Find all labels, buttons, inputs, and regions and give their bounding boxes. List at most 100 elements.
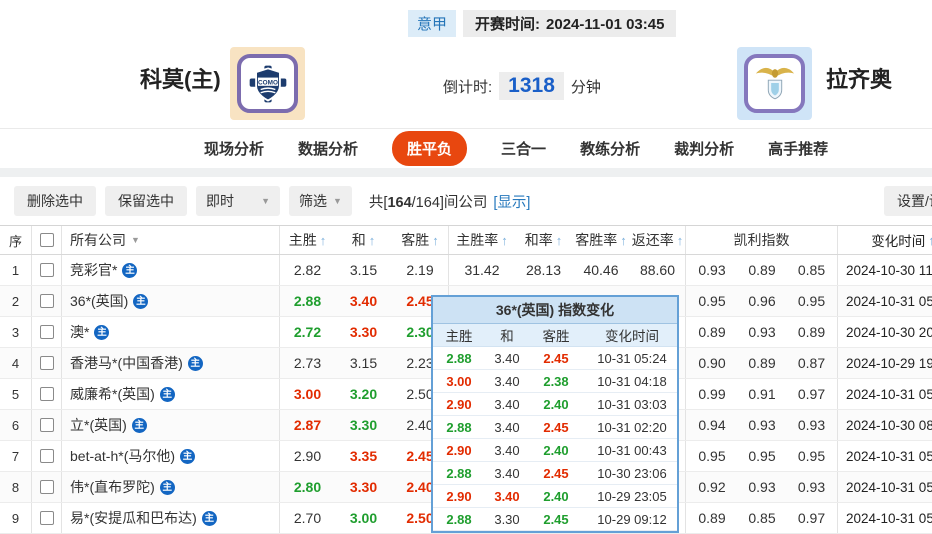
odds-draw[interactable]: 3.40	[335, 286, 392, 316]
countdown-unit: 分钟	[570, 78, 601, 96]
odds-home[interactable]: 2.80	[280, 472, 335, 502]
header-away-rate[interactable]: 客胜率 ↑	[572, 226, 630, 254]
popup-row: 2.88 3.40 2.45 10-31 02:20	[433, 416, 677, 439]
kelly-away: 0.93	[786, 472, 838, 502]
odds-draw[interactable]: 3.15	[335, 255, 392, 285]
draw-rate: 28.13	[525, 262, 562, 278]
odds-draw[interactable]: 3.15	[335, 348, 392, 378]
odds-home[interactable]: 2.72	[280, 317, 335, 347]
header-home-rate[interactable]: 主胜率 ↑	[449, 226, 515, 254]
odds-home[interactable]: 2.70	[280, 503, 335, 533]
odds-draw[interactable]: 3.30	[335, 410, 392, 440]
header-draw-rate-label: 和率	[524, 232, 553, 248]
odds-draw[interactable]: 3.35	[335, 441, 392, 471]
row-checkbox[interactable]	[39, 511, 54, 525]
odds-home[interactable]: 3.00	[280, 379, 335, 409]
company-link[interactable]: 伟*(直布罗陀)	[70, 477, 155, 497]
odds-draw[interactable]: 3.30	[335, 317, 392, 347]
popup-row: 2.90 3.40 2.40 10-31 03:03	[433, 393, 677, 416]
popup-header: 主胜 和 客胜 变化时间	[433, 324, 677, 347]
kelly-home: 0.99	[698, 386, 726, 402]
odds-home[interactable]: 2.90	[280, 441, 335, 471]
select-all-checkbox[interactable]	[39, 233, 54, 247]
tab-4[interactable]: 三合一	[501, 138, 546, 159]
tab-5[interactable]: 教练分析	[580, 138, 640, 159]
toolbar: 删除选中 保留选中 即时 ▼ 筛选 ▼ 共[164/164]间公司 [显示] 设置/说…	[0, 177, 932, 225]
company-link[interactable]: 竞彩官*	[70, 260, 117, 280]
header-away-label: 客胜	[401, 232, 430, 248]
company-link[interactable]: 易*(安提瓜和巴布达)	[70, 508, 197, 528]
sort-asc-icon: ↑	[555, 232, 563, 248]
header-change-time[interactable]: 变化时间 ↑	[838, 226, 932, 254]
company-link[interactable]: 36*(英国)	[70, 291, 128, 311]
tab-3[interactable]: 胜平负	[392, 131, 468, 166]
row-seq: 5	[0, 379, 32, 409]
kelly-home: 0.93	[698, 262, 726, 278]
countdown: 倒计时: 1318 分钟	[443, 72, 601, 100]
header-home-odds[interactable]: 主胜 ↑	[280, 226, 335, 254]
company-link[interactable]: 立*(英国)	[70, 415, 127, 435]
sort-asc-icon: ↑	[432, 232, 439, 248]
odds-home[interactable]: 2.87	[280, 410, 335, 440]
keep-selected-button[interactable]: 保留选中	[105, 186, 187, 216]
company-link[interactable]: 香港马*(中国香港)	[70, 353, 183, 373]
popup-row: 2.90 3.40 2.40 10-31 00:43	[433, 439, 677, 462]
company-link[interactable]: bet-at-h*(马尔他)	[70, 446, 175, 466]
popup-body: 2.88 3.40 2.45 10-31 05:24 3.00 3.40 2.38 10-31…	[433, 347, 677, 531]
kelly-draw: 0.93	[748, 324, 776, 340]
kelly-away: 0.95	[786, 441, 838, 471]
kelly-home: 0.90	[698, 355, 726, 371]
kelly-home: 0.89	[698, 510, 726, 526]
popup-home-odds: 2.90	[446, 442, 472, 458]
header-seq: 序	[0, 226, 32, 254]
company-link[interactable]: 威廉希*(英国)	[70, 384, 155, 404]
odds-draw[interactable]: 3.00	[335, 503, 392, 533]
home-team-name: 科莫(主)	[140, 67, 221, 92]
row-checkbox[interactable]	[39, 387, 54, 401]
popup-home-odds: 2.88	[446, 419, 472, 435]
header-draw-rate[interactable]: 和率 ↑	[515, 226, 572, 254]
tab-6[interactable]: 裁判分析	[674, 138, 734, 159]
league-tag[interactable]: 意甲	[408, 9, 457, 37]
tab-1[interactable]: 现场分析	[204, 138, 264, 159]
odds-away[interactable]: 2.19	[392, 255, 449, 285]
popup-draw-odds: 3.40	[494, 419, 520, 435]
delete-selected-button[interactable]: 删除选中	[14, 186, 96, 216]
company-link[interactable]: 澳*	[70, 322, 89, 342]
row-checkbox[interactable]	[39, 449, 54, 463]
odds-home[interactable]: 2.73	[280, 348, 335, 378]
odds-home[interactable]: 2.88	[280, 286, 335, 316]
company-cell: 竞彩官* 主	[62, 255, 280, 285]
header-company-label: 所有公司	[70, 232, 126, 248]
kelly-draw: 0.93	[748, 417, 776, 433]
tab-2[interactable]: 数据分析	[298, 138, 358, 159]
odds-draw[interactable]: 3.20	[335, 379, 392, 409]
header-away-odds[interactable]: 客胜 ↑	[392, 226, 449, 254]
row-checkbox[interactable]	[39, 294, 54, 308]
row-checkbox[interactable]	[39, 356, 54, 370]
main-badge-icon: 主	[201, 510, 217, 526]
row-checkbox[interactable]	[39, 263, 54, 277]
kelly-home: 0.95	[698, 293, 726, 309]
odds-home[interactable]: 2.82	[280, 255, 335, 285]
header-draw-odds[interactable]: 和 ↑	[335, 226, 392, 254]
row-checkbox[interactable]	[39, 418, 54, 432]
change-time: 2024-10-30 11:02	[846, 262, 932, 278]
time-mode-dropdown[interactable]: 即时 ▼	[196, 186, 280, 216]
filter-dropdown[interactable]: 筛选 ▼	[289, 186, 352, 216]
settings-button[interactable]: 设置/说明	[884, 186, 932, 216]
popup-change-time: 10-31 04:18	[597, 373, 667, 389]
odds-draw[interactable]: 3.30	[335, 472, 392, 502]
row-checkbox[interactable]	[39, 325, 54, 339]
show-link[interactable]: [显示]	[493, 195, 530, 211]
main-badge-icon: 主	[133, 293, 149, 309]
popup-header-away: 客胜	[542, 329, 570, 344]
tab-7[interactable]: 高手推荐	[768, 138, 828, 159]
row-checkbox-cell	[32, 255, 62, 285]
row-checkbox[interactable]	[39, 480, 54, 494]
header-company[interactable]: 所有公司 ▼	[62, 226, 280, 254]
header-return-rate[interactable]: 返还率 ↑	[630, 226, 686, 254]
popup-home-odds: 2.88	[446, 350, 472, 366]
kelly-draw: 0.93	[748, 479, 776, 495]
popup-change-time: 10-31 02:20	[597, 419, 667, 435]
